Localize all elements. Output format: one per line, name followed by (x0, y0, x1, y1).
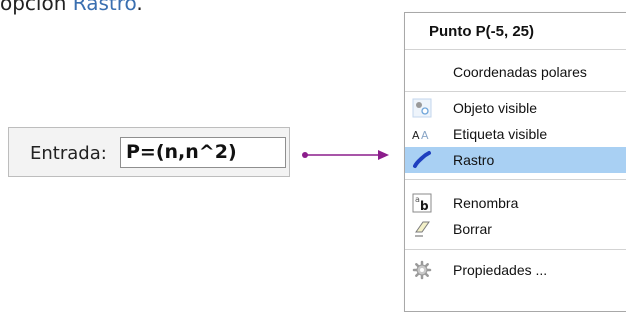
context-menu: Punto P(-5, 25) Coordenadas polares Obje… (404, 12, 626, 312)
menu-item-label: Etiqueta visible (453, 126, 548, 142)
gear-icon (412, 260, 432, 280)
menu-separator (405, 249, 626, 250)
menu-item-borrar[interactable]: Borrar (405, 216, 626, 242)
svg-text:b: b (420, 199, 429, 213)
menu-separator (405, 49, 626, 50)
input-field[interactable]: P=(n,n^2) (120, 137, 286, 168)
menu-item-objeto-visible[interactable]: Objeto visible (405, 95, 626, 121)
rename-icon: a b (412, 193, 432, 213)
menu-separator (405, 91, 626, 92)
input-label: Entrada: (30, 143, 107, 164)
input-bar: Entrada: P=(n,n^2) (8, 127, 290, 177)
eraser-icon (412, 219, 432, 239)
menu-item-label: Renombra (453, 195, 519, 211)
caption-text: opción (0, 0, 73, 15)
object-visible-icon (412, 98, 432, 118)
instruction-caption: opción Rastro. (0, 0, 143, 15)
menu-separator (405, 179, 626, 180)
menu-item-label: Objeto visible (453, 100, 538, 116)
menu-item-propiedades[interactable]: Propiedades ... (405, 257, 626, 283)
trace-icon (412, 150, 432, 170)
caption-highlight: Rastro (72, 0, 137, 15)
menu-item-label: Propiedades ... (453, 262, 548, 278)
svg-text:A: A (412, 129, 420, 142)
menu-item-label: Borrar (453, 221, 492, 237)
menu-item-etiqueta-visible[interactable]: A A Etiqueta visible (405, 121, 626, 147)
label-visible-icon: A A (412, 124, 432, 144)
menu-title: Punto P(-5, 25) (429, 23, 535, 40)
pointer-arrow-icon (302, 150, 389, 160)
menu-item-coordenadas-polares[interactable]: Coordenadas polares (405, 59, 626, 85)
menu-item-rastro[interactable]: Rastro (405, 147, 626, 173)
menu-item-label: Rastro (453, 152, 495, 168)
menu-item-label: Coordenadas polares (453, 64, 587, 80)
caption-end: . (136, 0, 143, 15)
svg-text:A: A (421, 129, 429, 142)
menu-item-renombra[interactable]: a b Renombra (405, 190, 626, 216)
